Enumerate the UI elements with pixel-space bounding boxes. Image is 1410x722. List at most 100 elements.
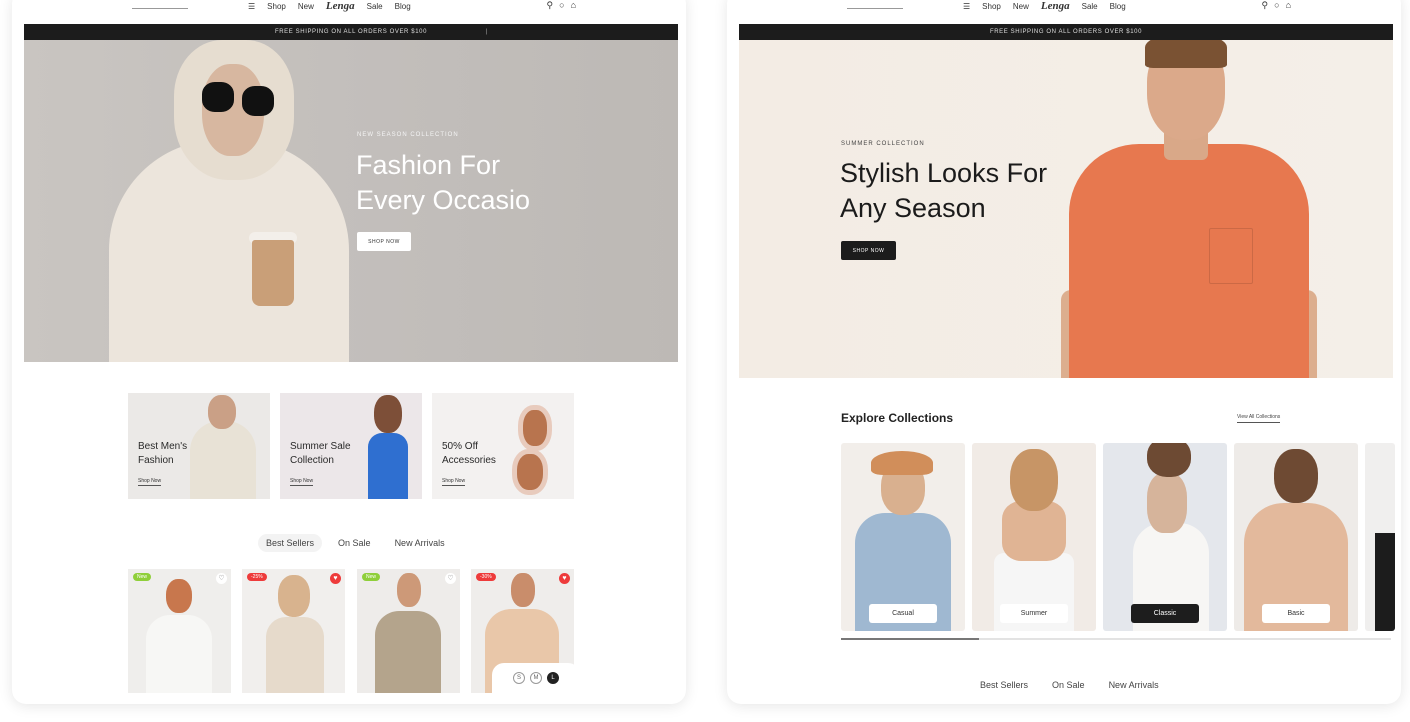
top-nav: ☰ Shop New Lenga Sale Blog ⚲ ○ ⌂ <box>12 0 686 16</box>
sunglasses-lens-bottom <box>512 449 548 495</box>
nav-link-sale[interactable]: Sale <box>1082 2 1098 11</box>
nav-icons: ⚲ ○ ⌂ <box>1262 0 1291 11</box>
bag-icon[interactable]: ⌂ <box>1286 0 1291 11</box>
tile-shop-link[interactable]: Shop Now <box>290 478 314 486</box>
nav-links: ☰ Shop New Lenga Sale Blog <box>963 0 1126 12</box>
product-model-body <box>375 611 441 693</box>
nav-link-blog[interactable]: Blog <box>395 2 411 11</box>
product-model-head <box>511 573 535 607</box>
announcement-divider: | <box>485 29 488 35</box>
product-model-body <box>146 615 212 693</box>
tile-title-line-2: Fashion <box>138 455 174 466</box>
top-nav: ☰ Shop New Lenga Sale Blog ⚲ ○ ⌂ <box>727 0 1401 16</box>
tshirt-pocket <box>1209 228 1253 284</box>
user-icon[interactable]: ○ <box>1274 0 1279 11</box>
nav-divider <box>847 8 903 9</box>
product-badge: New <box>133 573 152 581</box>
product-model-head <box>278 575 310 617</box>
tab-best-sellers[interactable]: Best Sellers <box>258 534 323 552</box>
sunglasses-lens-right <box>242 86 274 116</box>
product-tabs: Best Sellers On Sale New Arrivals <box>258 534 453 552</box>
nav-link-sale[interactable]: Sale <box>367 2 383 11</box>
collection-card-classic[interactable]: Classic <box>1103 443 1227 631</box>
size-selector: S M L <box>492 663 580 693</box>
wishlist-heart-icon[interactable]: ♡ <box>445 573 456 584</box>
search-icon[interactable]: ⚲ <box>1262 0 1269 11</box>
nav-link-shop[interactable]: Shop <box>267 2 286 11</box>
tab-new-arrivals[interactable]: New Arrivals <box>387 534 453 552</box>
hero-eyebrow: NEW SEASON COLLECTION <box>357 132 459 138</box>
collection-model-head <box>1010 449 1058 511</box>
left-storefront-card: ☰ Shop New Lenga Sale Blog ⚲ ○ ⌂ FREE SH… <box>12 0 686 704</box>
hero-title-line-1: Fashion For <box>356 150 501 180</box>
hero-title-line-1: Stylish Looks For <box>840 158 1048 188</box>
hero-eyebrow: SUMMER COLLECTION <box>841 141 925 147</box>
hero-banner: SUMMER COLLECTION Stylish Looks For Any … <box>739 40 1393 378</box>
nav-link-new[interactable]: New <box>298 2 314 11</box>
size-option[interactable]: M <box>530 672 542 684</box>
collection-card-summer[interactable]: Summer <box>972 443 1096 631</box>
nav-links: ☰ Shop New Lenga Sale Blog <box>248 0 411 12</box>
size-option-selected[interactable]: L <box>547 672 559 684</box>
tile-shop-link[interactable]: Shop Now <box>138 478 162 486</box>
product-card[interactable]: New ♡ <box>128 569 231 693</box>
product-model-head <box>397 573 421 607</box>
brand-logo[interactable]: Lenga <box>1041 0 1070 12</box>
user-icon[interactable]: ○ <box>559 0 564 11</box>
hero-title: Fashion For Every Occasio <box>356 148 530 218</box>
carousel-progress-fill <box>841 638 979 640</box>
nav-divider <box>132 8 188 9</box>
collection-tile-accessories[interactable]: 50% Off Accessories Shop Now <box>432 393 574 499</box>
collection-card-partial[interactable] <box>1365 443 1395 631</box>
brand-logo[interactable]: Lenga <box>326 0 355 12</box>
nav-link-new[interactable]: New <box>1013 2 1029 11</box>
tile-title: Best Men's Fashion <box>138 440 187 468</box>
menu-icon[interactable]: ☰ <box>248 2 255 11</box>
wishlist-heart-icon[interactable]: ♥ <box>559 573 570 584</box>
carousel-progress <box>841 638 1391 640</box>
tile-title-line-1: Summer Sale <box>290 441 351 452</box>
collection-label: Summer <box>1000 604 1068 623</box>
bag-icon[interactable]: ⌂ <box>571 0 576 11</box>
tile-title: 50% Off Accessories <box>442 440 496 468</box>
tile-model-dress <box>368 433 408 499</box>
collection-tile-mens[interactable]: Best Men's Fashion Shop Now <box>128 393 270 499</box>
tile-title: Summer Sale Collection <box>290 440 351 468</box>
wishlist-heart-icon[interactable]: ♡ <box>216 573 227 584</box>
announcement-text: FREE SHIPPING ON ALL ORDERS OVER $100 <box>274 29 428 35</box>
tab-best-sellers[interactable]: Best Sellers <box>972 676 1036 694</box>
collection-model-hair <box>1147 443 1191 477</box>
announcement-bar: FREE SHIPPING ON ALL ORDERS OVER $100 | <box>24 24 678 40</box>
hero-banner: NEW SEASON COLLECTION Fashion For Every … <box>24 40 678 362</box>
collection-card-casual[interactable]: Casual <box>841 443 965 631</box>
view-all-link[interactable]: View All Collections <box>1237 414 1281 423</box>
product-card[interactable]: -25% ♥ <box>242 569 345 693</box>
hero-shop-now-button[interactable]: SHOP NOW <box>841 241 896 260</box>
collection-card-basic[interactable]: Basic <box>1234 443 1358 631</box>
search-icon[interactable]: ⚲ <box>547 0 554 11</box>
hero-shop-now-button[interactable]: SHOP NOW <box>357 232 411 251</box>
sunglasses-lens-left <box>202 82 234 112</box>
collection-label: Casual <box>869 604 937 623</box>
hero-title-line-2: Any Season <box>840 193 986 223</box>
tab-on-sale[interactable]: On Sale <box>1044 676 1093 694</box>
nav-link-blog[interactable]: Blog <box>1110 2 1126 11</box>
size-option[interactable]: S <box>513 672 525 684</box>
wishlist-heart-icon[interactable]: ♥ <box>330 573 341 584</box>
announcement-text: FREE SHIPPING ON ALL ORDERS OVER $100 <box>989 29 1143 35</box>
product-card[interactable]: New ♡ <box>357 569 460 693</box>
tile-shop-link[interactable]: Shop Now <box>442 478 466 486</box>
menu-icon[interactable]: ☰ <box>963 2 970 11</box>
right-storefront-card: ☰ Shop New Lenga Sale Blog ⚲ ○ ⌂ FREE SH… <box>727 0 1401 704</box>
collection-tile-summer[interactable]: Summer Sale Collection Shop Now <box>280 393 422 499</box>
product-badge: -30% <box>476 573 496 581</box>
product-badge: -25% <box>247 573 267 581</box>
product-model-body <box>266 617 324 693</box>
nav-link-shop[interactable]: Shop <box>982 2 1001 11</box>
product-tabs: Best Sellers On Sale New Arrivals <box>972 676 1167 694</box>
tab-new-arrivals[interactable]: New Arrivals <box>1101 676 1167 694</box>
hero-model-tshirt <box>1069 144 1309 378</box>
hero-title: Stylish Looks For Any Season <box>840 156 1047 226</box>
announcement-bar: FREE SHIPPING ON ALL ORDERS OVER $100 <box>739 24 1393 40</box>
tab-on-sale[interactable]: On Sale <box>330 534 379 552</box>
